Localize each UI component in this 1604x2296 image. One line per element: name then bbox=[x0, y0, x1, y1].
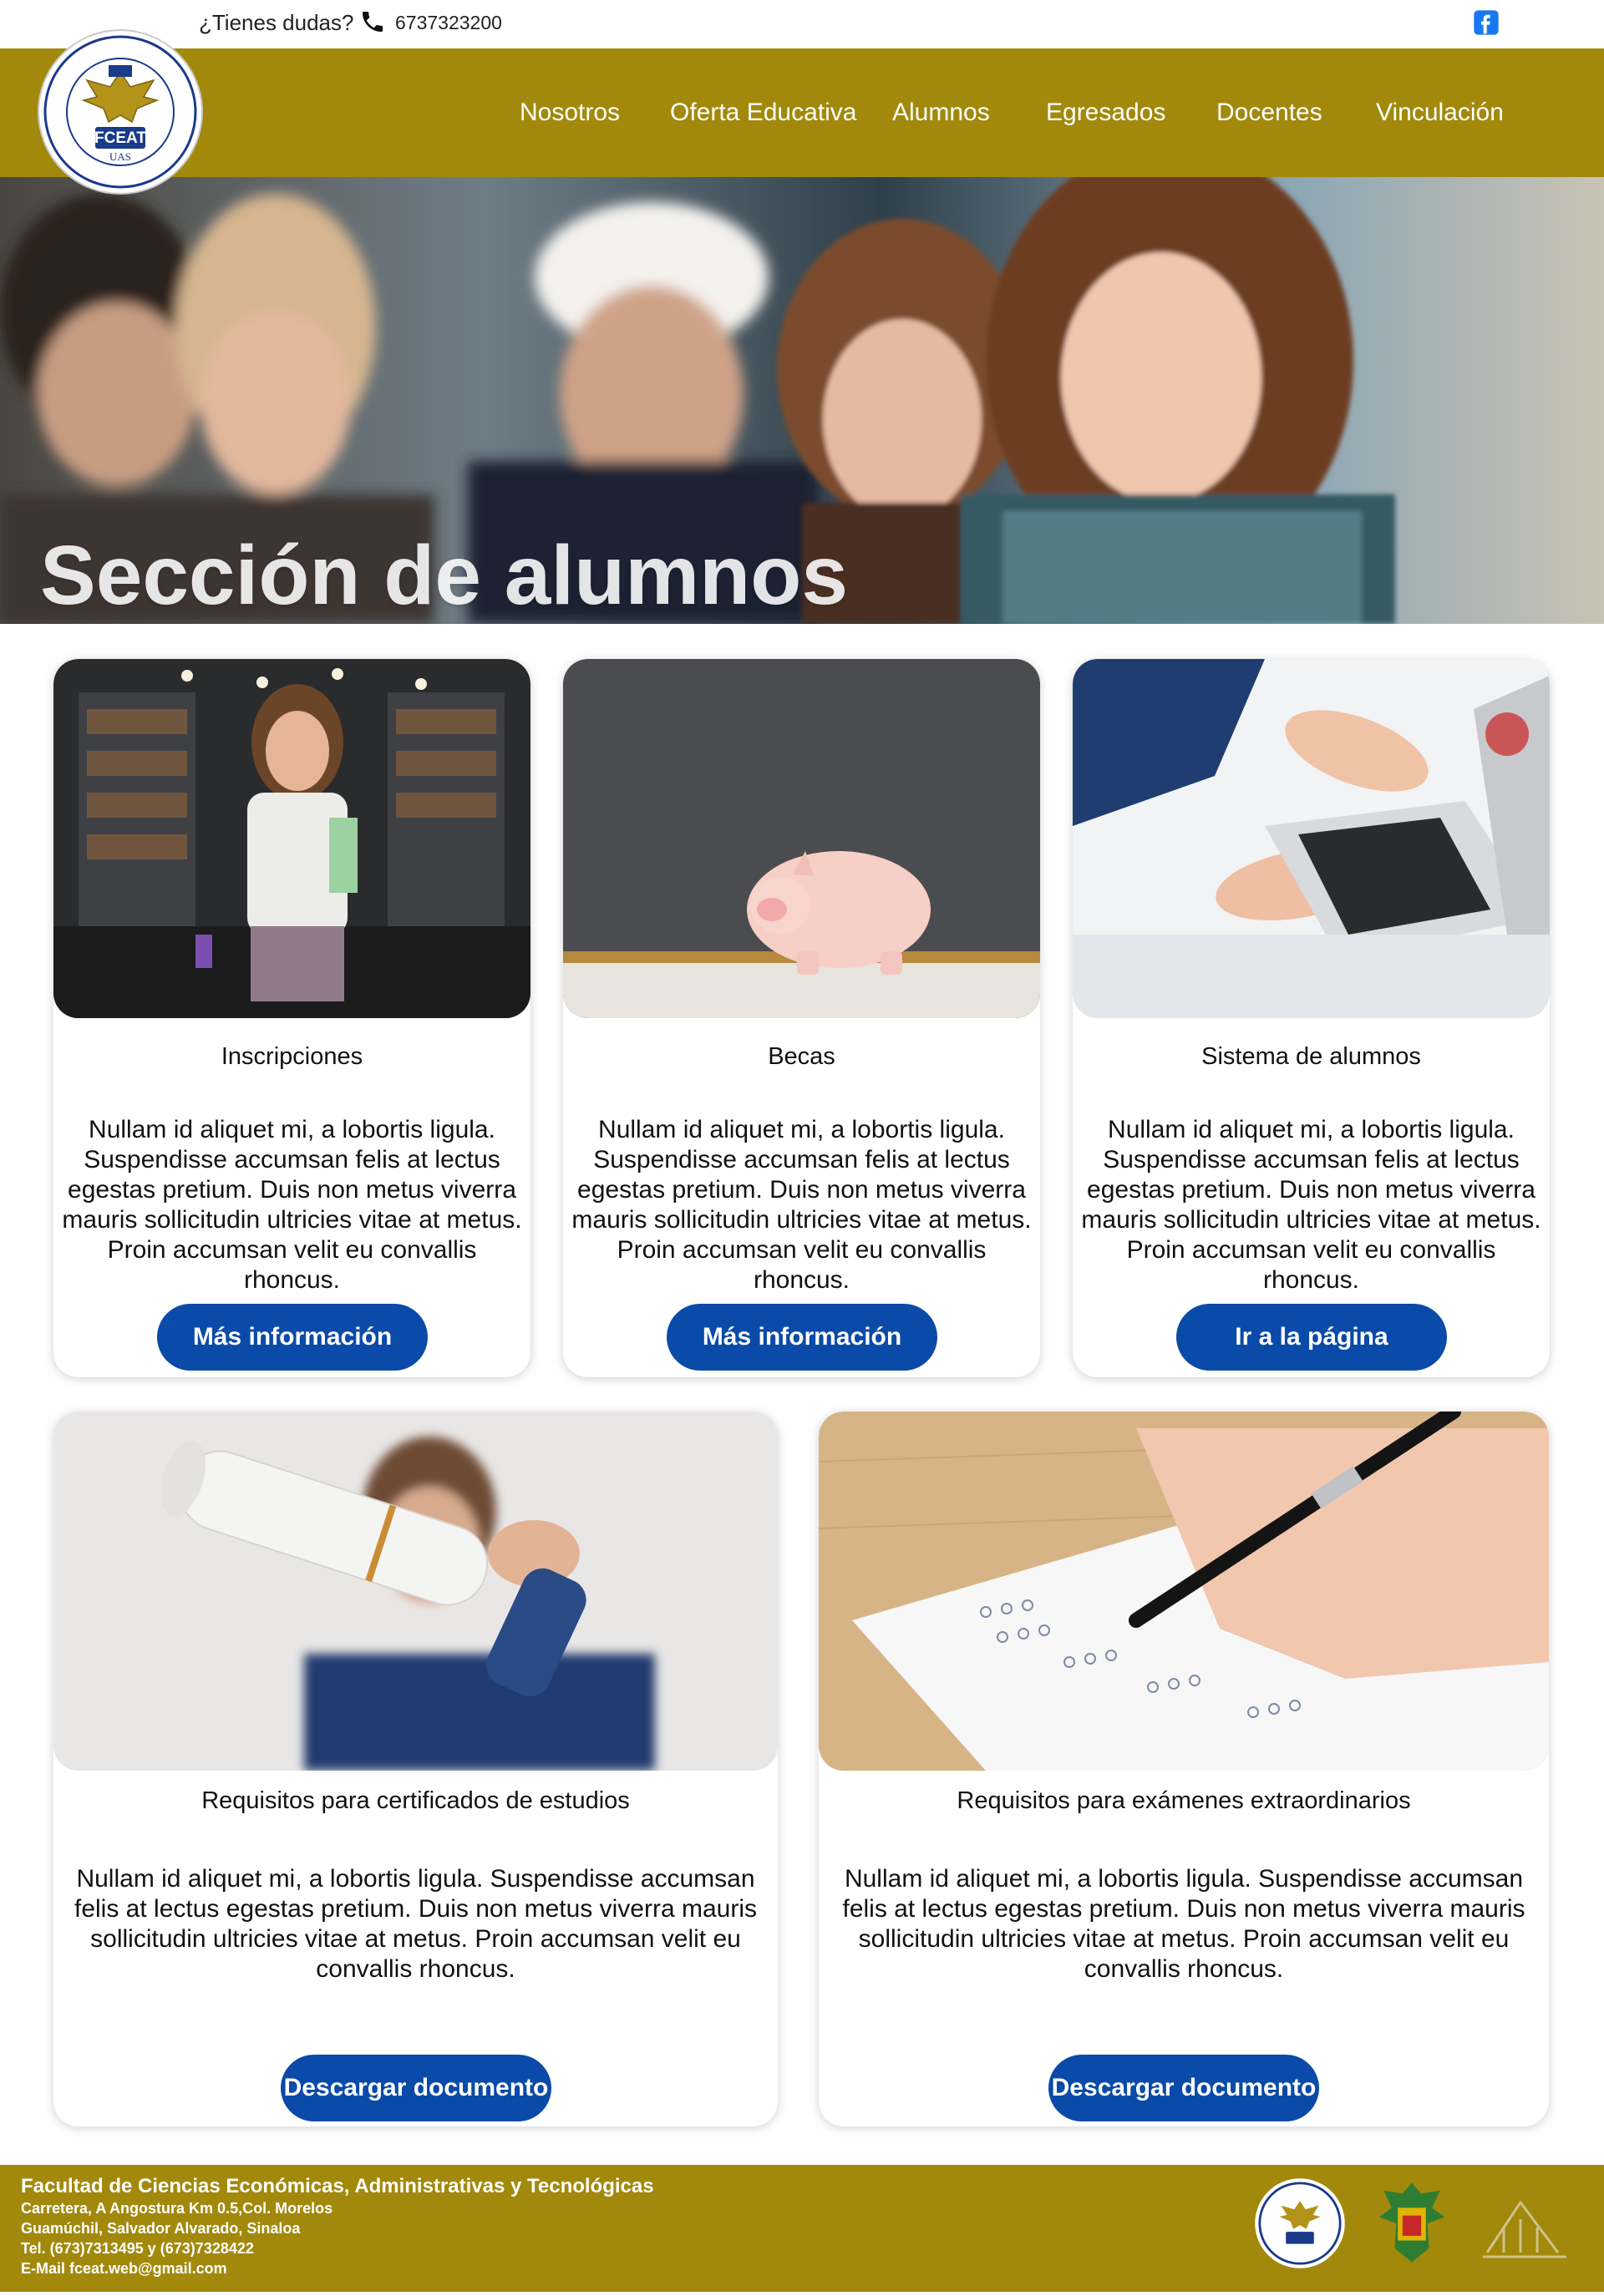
download-document-button[interactable]: Descargar documento bbox=[1048, 2055, 1319, 2121]
student-library-photo bbox=[53, 659, 530, 1018]
card-title: Requisitos para certificados de estudios bbox=[201, 1787, 630, 1814]
nav-egresados[interactable]: Egresados bbox=[1046, 99, 1165, 127]
card-title: Becas bbox=[768, 1043, 835, 1070]
laptop-typing-photo bbox=[1073, 659, 1550, 1018]
footer-city: Guamúchil, Salvador Alvarado, Sinaloa bbox=[21, 2220, 301, 2237]
hero-banner: Sección de alumnos bbox=[0, 177, 1604, 624]
top-bar: ¿Tienes dudas? 6737323200 bbox=[0, 0, 1604, 48]
card-extraordinarios: Requisitos para exámenes extraordinarios… bbox=[819, 1412, 1549, 2126]
questions-label: ¿Tienes dudas? bbox=[199, 10, 354, 35]
diploma-photo bbox=[53, 1412, 778, 1771]
site-footer: Facultad de Ciencias Económicas, Adminis… bbox=[0, 2165, 1604, 2292]
go-to-page-button[interactable]: Ir a la página bbox=[1176, 1304, 1447, 1371]
hero-title: Sección de alumnos bbox=[40, 529, 848, 622]
card-certificados: Requisitos para certificados de estudios… bbox=[53, 1412, 778, 2126]
card-image bbox=[1073, 659, 1550, 1018]
card-title: Sistema de alumnos bbox=[1201, 1043, 1421, 1070]
nav-oferta-educativa[interactable]: Oferta Educativa bbox=[670, 99, 856, 127]
card-description: Nullam id aliquet mi, a lobortis ligula.… bbox=[62, 1116, 522, 1294]
fceat-logo bbox=[1255, 2178, 1345, 2268]
card-title: Inscripciones bbox=[221, 1043, 363, 1070]
card-description: Nullam id aliquet mi, a lobortis ligula.… bbox=[571, 1116, 1032, 1294]
footer-phone: Tel. (673)7313495 y (673)7328422 bbox=[21, 2240, 254, 2257]
logo-sub: UAS bbox=[109, 150, 131, 163]
footer-email[interactable]: E-Mail fceat.web@gmail.com bbox=[21, 2260, 227, 2278]
exam-sheet-photo bbox=[819, 1412, 1549, 1771]
card-inscripciones: Inscripciones Nullam id aliquet mi, a lo… bbox=[53, 659, 530, 1377]
more-info-button[interactable]: Más información bbox=[157, 1304, 428, 1371]
card-image bbox=[53, 659, 530, 1018]
card-description: Nullam id aliquet mi, a lobortis ligula.… bbox=[74, 1865, 757, 1983]
download-document-button[interactable]: Descargar documento bbox=[281, 2055, 551, 2121]
footer-title: Facultad de Ciencias Económicas, Adminis… bbox=[21, 2175, 654, 2197]
card-image bbox=[563, 659, 1040, 1018]
card-description: Nullam id aliquet mi, a lobortis ligula.… bbox=[1081, 1116, 1541, 1294]
card-image bbox=[819, 1412, 1549, 1771]
fceat-logo[interactable]: FCEAT UAS bbox=[37, 28, 204, 195]
logo-text: FCEAT bbox=[94, 129, 146, 147]
nav-nosotros[interactable]: Nosotros bbox=[520, 99, 620, 127]
card-image bbox=[53, 1412, 778, 1771]
uas-logo bbox=[1378, 2182, 1445, 2263]
facebook-icon[interactable] bbox=[1473, 9, 1500, 36]
footer-address: Carretera, A Angostura Km 0.5,Col. Morel… bbox=[21, 2200, 333, 2217]
phone-number[interactable]: 6737323200 bbox=[395, 12, 502, 34]
nav-docentes[interactable]: Docentes bbox=[1216, 99, 1322, 127]
global-logo bbox=[1483, 2200, 1566, 2258]
card-sistema-alumnos: Sistema de alumnos Nullam id aliquet mi,… bbox=[1073, 659, 1550, 1377]
phone-icon bbox=[363, 12, 383, 32]
more-info-button[interactable]: Más información bbox=[667, 1304, 937, 1371]
card-becas: Becas Nullam id aliquet mi, a lobortis l… bbox=[563, 659, 1040, 1377]
card-description: Nullam id aliquet mi, a lobortis ligula.… bbox=[842, 1865, 1525, 1983]
nav-vinculacion[interactable]: Vinculación bbox=[1376, 99, 1504, 127]
card-title: Requisitos para exámenes extraordinarios bbox=[957, 1787, 1411, 1814]
piggy-bank-photo bbox=[563, 659, 1040, 1018]
nav-alumnos[interactable]: Alumnos bbox=[892, 99, 990, 127]
